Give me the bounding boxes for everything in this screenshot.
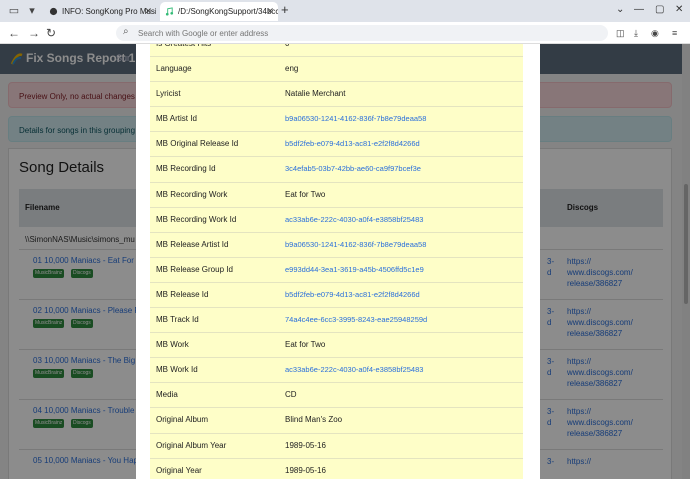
metadata-row: MB Release Id b5df2feb-e079-4d13-ac81-e2f… (150, 282, 523, 309)
browser-window: ▭ ▾ INFO: SongKong Pro Music Tag ✕ /D:/S… (0, 0, 690, 479)
metadata-key: MB Release Group Id (156, 264, 233, 274)
metadata-key: Is Greatest Hits (156, 44, 211, 48)
metadata-key: MB Recording Id (156, 164, 216, 174)
maximize-icon[interactable]: ▢ (655, 3, 664, 17)
metadata-value: 1989-05-16 (285, 440, 326, 450)
metadata-row: MB Work Id ac33ab6e-222c-4030-a0f4-e3858b… (150, 358, 523, 384)
metadata-key: MB Original Release Id (156, 139, 239, 149)
metadata-row: Is Greatest Hits 0 (150, 44, 523, 58)
metadata-row: MB Release Artist Id b9a06530-1241-4162-8… (150, 232, 523, 258)
pocket-icon[interactable]: ◫ (616, 27, 625, 39)
metadata-table: Is Greatest Hits 0 Language eng Lyricist Nata… (150, 44, 523, 479)
metadata-row: MB Recording Id 3c4efab5-03b7-42bb-ae60-c… (150, 157, 523, 183)
metadata-key: MB Release Artist Id (156, 239, 229, 249)
metadata-id-link[interactable]: b9a06530-1241-4162-836f-7b8e79deaa58 (285, 240, 426, 249)
song-metadata-modal: Is Greatest Hits 0 Language eng Lyricist Nata… (136, 44, 540, 479)
metadata-key: MB Artist Id (156, 114, 197, 124)
metadata-id-link[interactable]: 74a4c4ee-6cc3-3995-8243-eae25948259d (285, 315, 427, 324)
account-icon[interactable]: ◉ (651, 27, 659, 39)
minimize-icon[interactable]: — (634, 3, 644, 17)
metadata-id-link[interactable]: e993dd44-3ea1-3619-a45b-4506ffd5c1e9 (285, 265, 424, 274)
reload-icon[interactable]: ↻ (46, 26, 56, 40)
metadata-row: MB Work Eat for Two (150, 333, 523, 359)
metadata-value: Eat for Two (285, 340, 326, 350)
metadata-value: Blind Man's Zoo (285, 415, 343, 425)
menu-icon[interactable]: ≡ (672, 27, 677, 39)
metadata-value: 0 (285, 44, 289, 48)
metadata-value: Eat for Two (285, 189, 326, 199)
metadata-key: MB Work Id (156, 365, 198, 375)
address-bar[interactable]: ⌕ (116, 25, 608, 41)
metadata-row: Original Album Year 1989-05-16 (150, 433, 523, 459)
metadata-key: Lyricist (156, 89, 181, 99)
metadata-row: MB Track Id 74a4c4ee-6cc3-3995-8243-eae25… (150, 308, 523, 334)
metadata-key: MB Track Id (156, 315, 199, 325)
tab-report-file[interactable]: /D:/SongKongSupport/34bcc3 ✕ (160, 2, 278, 21)
metadata-id-link[interactable]: b5df2feb-e079-4d13-ac81-e2f2f8d4266d (285, 290, 420, 299)
metadata-value: eng (285, 64, 299, 74)
music-note-icon (165, 7, 174, 16)
metadata-key: Language (156, 64, 192, 74)
metadata-key: Media (156, 390, 178, 400)
metadata-value: 1989-05-16 (285, 465, 326, 475)
close-icon[interactable]: ✕ (144, 2, 152, 21)
close-icon[interactable]: ✕ (266, 2, 274, 21)
download-icon[interactable]: ⤓ (634, 27, 638, 39)
sidebar-icon[interactable]: ▭ (6, 3, 22, 19)
tab-overflow-icon[interactable]: ⌄ (616, 3, 624, 17)
metadata-row: Original Year 1989-05-16 (150, 458, 523, 479)
metadata-row: MB Release Group Id e993dd44-3ea1-3619-a4… (150, 257, 523, 283)
metadata-id-link[interactable]: ac33ab6e-222c-4030-a0f4-e3858bf25483 (285, 215, 423, 224)
metadata-id-link[interactable]: 3c4efab5-03b7-42bb-ae60-ca9f97bcef3e (285, 164, 421, 173)
new-tab-button[interactable]: + (281, 3, 289, 17)
metadata-key: MB Recording Work (156, 189, 228, 199)
metadata-key: MB Work (156, 340, 189, 350)
metadata-value: CD (285, 390, 297, 400)
metadata-value: Natalie Merchant (285, 89, 346, 99)
metadata-row: Lyricist Natalie Merchant (150, 82, 523, 108)
metadata-id-link[interactable]: b5df2feb-e079-4d13-ac81-e2f2f8d4266d (285, 139, 420, 148)
search-icon: ⌕ (123, 26, 129, 37)
metadata-key: Original Year (156, 465, 202, 475)
tab-label: INFO: SongKong Pro Music Tag (62, 7, 156, 16)
nav-bar: ← → ↻ ⌕ ◫ ⤓ ◉ ≡ (0, 22, 690, 44)
metadata-row: MB Artist Id b9a06530-1241-4162-836f-7b8e… (150, 107, 523, 133)
tab-list-icon[interactable]: ▾ (24, 3, 40, 19)
metadata-key: MB Recording Work Id (156, 214, 237, 224)
metadata-row: Media CD (150, 383, 523, 409)
metadata-key: Original Album (156, 415, 209, 425)
window-close-icon[interactable]: ✕ (675, 3, 683, 17)
metadata-key: Original Album Year (156, 440, 227, 450)
back-icon[interactable]: ← (8, 26, 20, 40)
address-input[interactable] (138, 27, 598, 39)
metadata-key: MB Release Id (156, 289, 209, 299)
metadata-id-link[interactable]: b9a06530-1241-4162-836f-7b8e79deaa58 (285, 114, 426, 123)
speaker-icon (49, 7, 58, 16)
tab-label: /D:/SongKongSupport/34bcc3 (178, 7, 278, 16)
metadata-row: MB Original Release Id b5df2feb-e079-4d13… (150, 132, 523, 158)
tab-bar: ▭ ▾ INFO: SongKong Pro Music Tag ✕ /D:/S… (0, 0, 690, 22)
metadata-id-link[interactable]: ac33ab6e-222c-4030-a0f4-e3858bf25483 (285, 365, 423, 374)
tab-info-songkong[interactable]: INFO: SongKong Pro Music Tag ✕ (44, 2, 156, 21)
metadata-row: Original Album Blind Man's Zoo (150, 408, 523, 434)
metadata-row: MB Recording Work Id ac33ab6e-222c-4030-a… (150, 207, 523, 233)
forward-icon[interactable]: → (28, 26, 40, 40)
metadata-row: Language eng (150, 57, 523, 83)
metadata-row: MB Recording Work Eat for Two (150, 182, 523, 208)
